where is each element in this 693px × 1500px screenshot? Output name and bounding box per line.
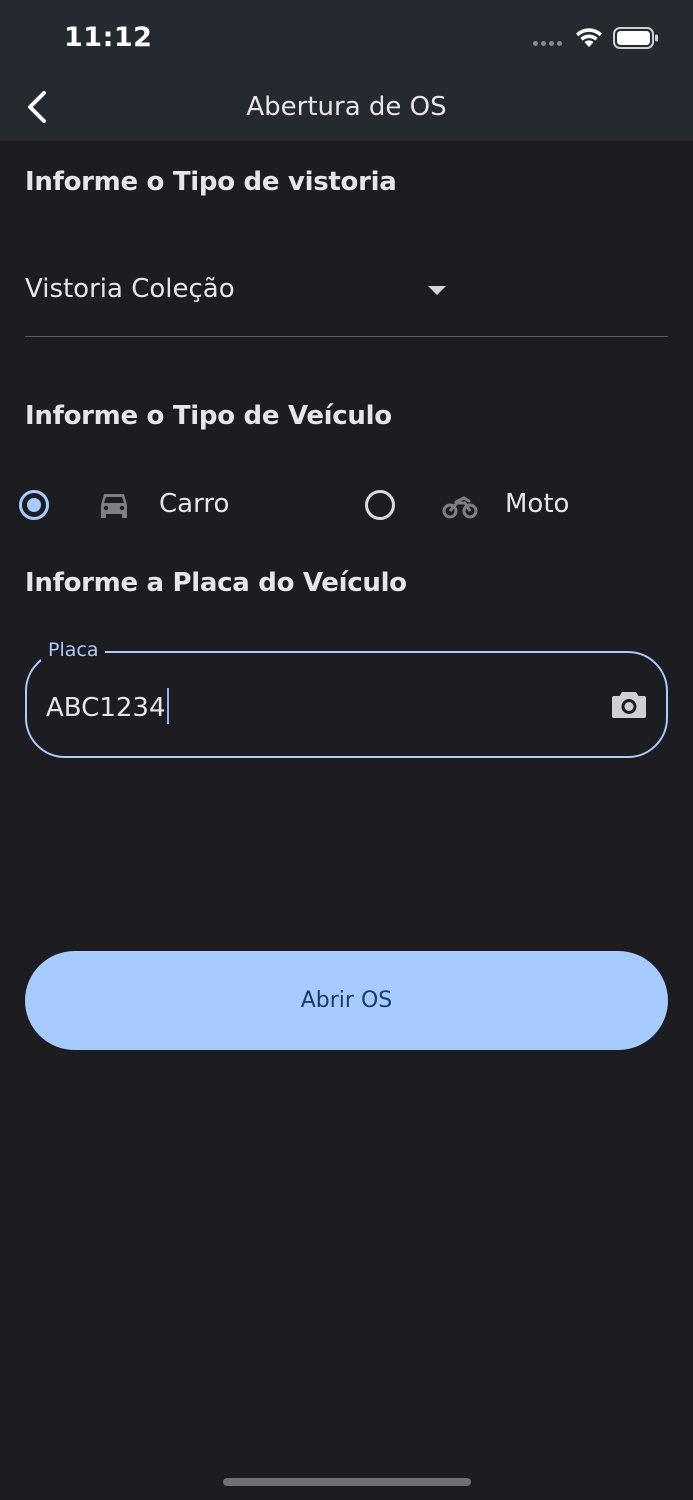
radio-carro[interactable] [19,490,49,520]
plate-input[interactable]: Placa ABC1234 [25,639,668,758]
camera-icon[interactable] [611,689,647,719]
text-cursor [166,688,169,724]
wifi-icon [576,28,602,47]
car-icon [101,494,127,518]
dropdown-selected-value: Vistoria Coleção [25,274,235,304]
motorcycle-icon [442,496,478,519]
open-os-button-label: Abrir OS [300,988,393,1013]
cellular-signal-icon [533,41,562,46]
inspection-type-dropdown[interactable]: Vistoria Coleção [25,256,668,337]
plate-field-label: Placa [41,639,106,661]
plate-heading: Informe a Placa do Veículo [25,568,407,598]
dropdown-arrow-icon [428,286,446,295]
top-bar: 11:12 Abertura de OS [0,0,693,141]
battery-icon [613,27,658,49]
screen: 11:12 Abertura de OS Informe o Tipo de v… [0,0,693,1500]
page-title: Abertura de OS [246,92,447,122]
home-indicator[interactable] [223,1478,471,1486]
radio-moto[interactable] [365,490,395,520]
inspection-type-heading: Informe o Tipo de vistoria [25,167,397,197]
status-time: 11:12 [64,22,153,53]
vehicle-label-carro[interactable]: Carro [159,489,229,519]
vehicle-type-heading: Informe o Tipo de Veículo [25,401,392,431]
vehicle-label-moto[interactable]: Moto [505,489,569,519]
plate-value[interactable]: ABC1234 [46,688,169,724]
plate-text: ABC1234 [46,693,166,723]
open-os-button[interactable]: Abrir OS [25,951,668,1050]
